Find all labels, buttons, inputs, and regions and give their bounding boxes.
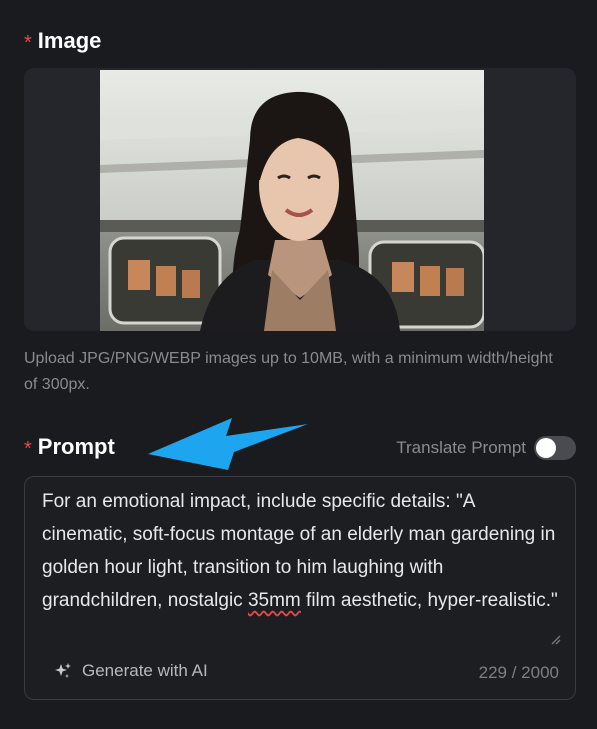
translate-prompt-label: Translate Prompt	[396, 438, 526, 457]
image-field-label: * Image	[24, 28, 101, 54]
generate-with-ai-label: Generate with AI	[82, 661, 208, 680]
prompt-label: Prompt	[37, 434, 115, 459]
resize-grip-icon[interactable]	[549, 633, 561, 645]
required-asterisk: *	[24, 32, 32, 54]
sparkles-icon	[55, 663, 71, 678]
misspelled-word: 35mm	[247, 590, 301, 611]
uploaded-image-preview[interactable]	[100, 70, 484, 331]
translate-prompt-toggle[interactable]	[534, 436, 576, 460]
annotation-arrow-icon	[148, 418, 308, 470]
image-label: Image	[37, 28, 102, 53]
translate-prompt-control: Translate Prompt	[396, 436, 576, 460]
character-counter: 229 / 2000	[478, 663, 559, 682]
prompt-field-label: * Prompt	[24, 434, 115, 460]
image-upload-area[interactable]	[24, 68, 576, 331]
toggle-knob	[536, 438, 556, 458]
prompt-textarea[interactable]: For an emotional impact, include specifi…	[24, 476, 576, 700]
upload-hint: Upload JPG/PNG/WEBP images up to 10MB, w…	[24, 350, 553, 393]
prompt-text[interactable]: For an emotional impact, include specifi…	[42, 485, 562, 617]
generate-with-ai-button[interactable]: Generate with AI	[53, 661, 208, 681]
required-asterisk: *	[24, 438, 32, 460]
